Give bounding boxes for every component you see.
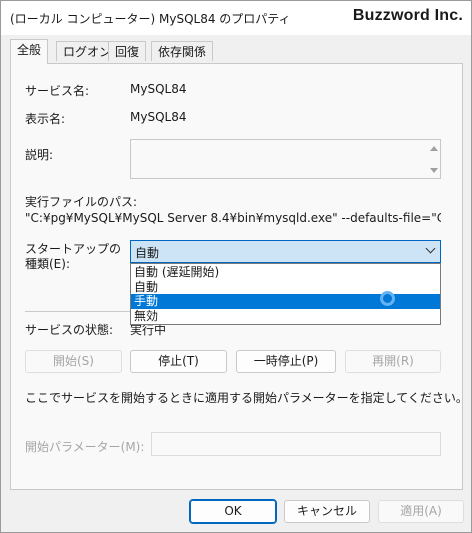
- tab-strip: 全般 ログオン 回復 依存関係: [1, 39, 471, 64]
- chevron-down-icon: [425, 243, 436, 254]
- tab-dependencies[interactable]: 依存関係: [151, 41, 214, 61]
- brand-logo-text: Buzzword Inc.: [352, 7, 463, 24]
- scroll-down-icon[interactable]: [430, 168, 438, 173]
- option-auto[interactable]: 自動: [131, 280, 440, 295]
- description-scrollbar[interactable]: [428, 140, 440, 178]
- window-title: (ローカル コンピューター) MySQL84 のプロパティ: [10, 12, 291, 26]
- tab-recovery[interactable]: 回復: [108, 41, 147, 61]
- service-status-label: サービスの状態:: [25, 323, 114, 337]
- apply-button[interactable]: 適用(A): [378, 500, 464, 523]
- start-params-hint: ここでサービスを開始するときに適用する開始パラメーターを指定してください。: [25, 391, 468, 405]
- pause-button[interactable]: 一時停止(P): [236, 350, 336, 373]
- start-params-label: 開始パラメーター(M):: [25, 440, 145, 454]
- option-auto-delayed[interactable]: 自動 (遅延開始): [131, 265, 440, 280]
- cursor-indicator-icon: [380, 291, 395, 306]
- start-params-input[interactable]: [151, 432, 441, 456]
- startup-type-label-line2: 種類(E):: [25, 257, 70, 271]
- tab-general[interactable]: 全般: [10, 39, 49, 64]
- startup-type-dropdown: 自動 (遅延開始) 自動 手動 無効: [130, 263, 441, 325]
- display-name-label: 表示名:: [25, 112, 66, 126]
- startup-type-select[interactable]: 自動: [130, 240, 441, 263]
- description-textbox[interactable]: [130, 139, 441, 179]
- resume-button[interactable]: 再開(R): [345, 350, 441, 373]
- exe-path-label: 実行ファイルのパス:: [25, 195, 138, 209]
- display-name-value: MySQL84: [130, 110, 187, 124]
- stop-button[interactable]: 停止(T): [130, 350, 227, 373]
- service-name-label: サービス名:: [25, 84, 90, 98]
- option-disabled[interactable]: 無効: [131, 309, 440, 324]
- properties-dialog: (ローカル コンピューター) MySQL84 のプロパティ Buzzword I…: [0, 0, 472, 533]
- service-name-value: MySQL84: [130, 82, 187, 96]
- ok-button[interactable]: OK: [189, 499, 277, 524]
- cancel-button[interactable]: キャンセル: [284, 500, 370, 523]
- start-button[interactable]: 開始(S): [25, 350, 122, 373]
- description-label: 説明:: [25, 148, 54, 162]
- scroll-up-icon[interactable]: [430, 146, 438, 151]
- exe-path-value: "C:¥pg¥MySQL¥MySQL Server 8.4¥bin¥mysqld…: [25, 211, 441, 225]
- dialog-footer: OK キャンセル 適用(A): [1, 490, 471, 532]
- startup-type-selected: 自動: [135, 246, 160, 260]
- title-bar: (ローカル コンピューター) MySQL84 のプロパティ Buzzword I…: [1, 1, 471, 35]
